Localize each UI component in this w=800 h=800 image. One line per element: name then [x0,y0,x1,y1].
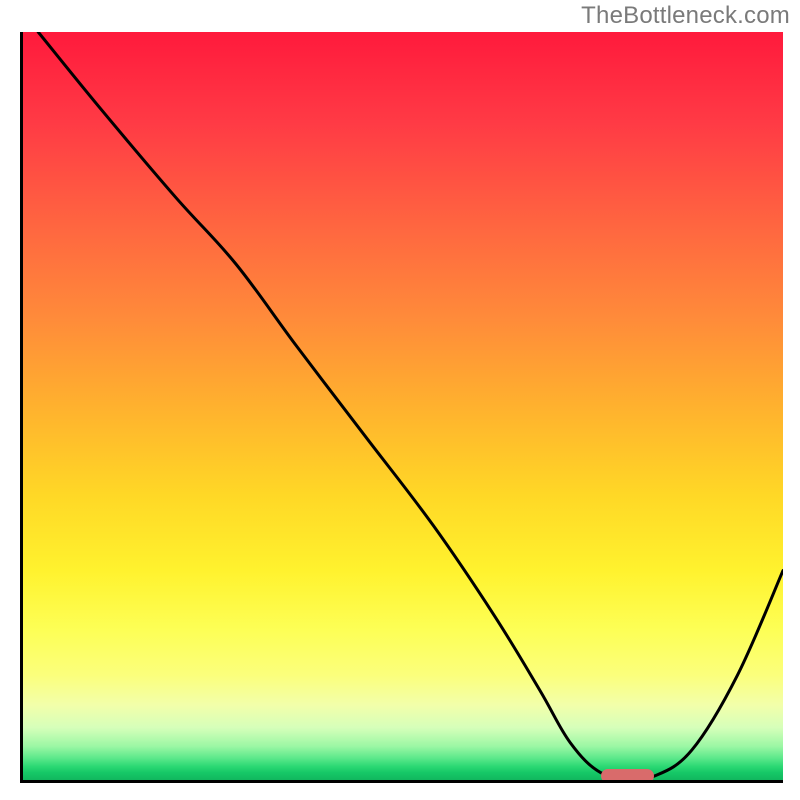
watermark-text: TheBottleneck.com [581,2,790,30]
chart-canvas: TheBottleneck.com [0,0,800,800]
optimal-range-marker [601,769,654,783]
plot-area [20,32,783,783]
bottleneck-curve [23,32,783,780]
